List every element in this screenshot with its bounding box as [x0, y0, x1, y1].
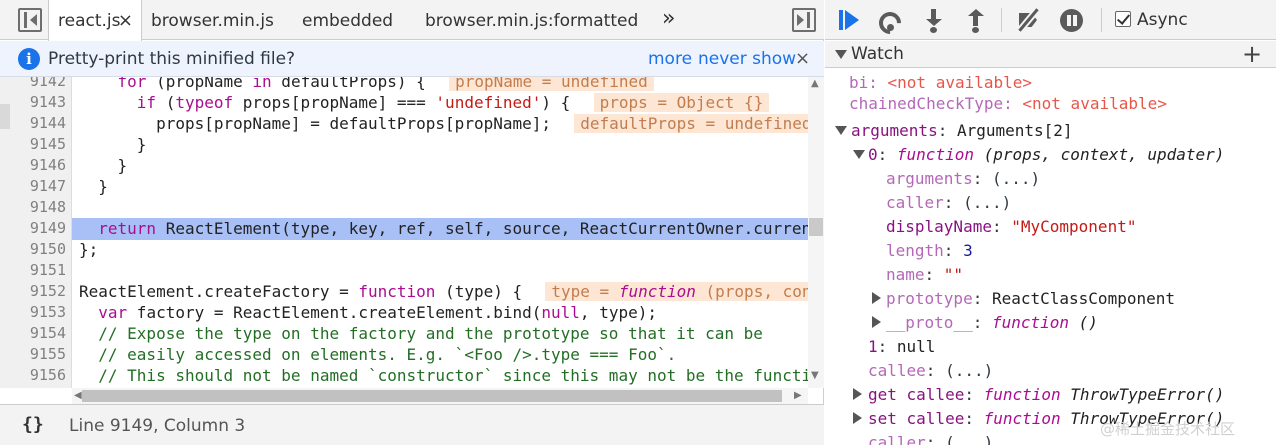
property-row[interactable]: get callee: function ThrowTypeError(): [868, 383, 1224, 407]
watch-title: Watch: [851, 44, 904, 64]
sources-panel: react.js × browser.min.js embedded brows…: [0, 0, 824, 445]
expand-triangle-icon[interactable]: [872, 292, 881, 304]
more-tabs-chevron-icon[interactable]: »: [662, 0, 676, 38]
line-number[interactable]: 9147: [10, 176, 66, 197]
line-number[interactable]: 9154: [10, 323, 66, 344]
code-line: var factory = ReactElement.createElement…: [98, 303, 657, 322]
code-editor[interactable]: 9142 9143 9144 9145 9146 9147 9148 9149 …: [0, 77, 808, 388]
property-row[interactable]: callee: (...): [868, 359, 993, 383]
property-row[interactable]: 0: function (props, context, updater): [868, 143, 1224, 167]
scroll-up-icon[interactable]: ▲: [811, 78, 819, 89]
line-number[interactable]: 9150: [10, 239, 66, 260]
property-row[interactable]: 1: null: [868, 335, 935, 359]
expand-triangle-icon[interactable]: [872, 316, 881, 328]
code-line: // Expose the type on the factory and th…: [98, 324, 763, 343]
close-tab-icon[interactable]: ×: [118, 0, 133, 42]
editor-tab-bar: react.js × browser.min.js embedded brows…: [0, 0, 824, 41]
code-line: };: [79, 240, 99, 259]
property-row[interactable]: caller: (...): [868, 431, 993, 445]
line-number[interactable]: 9156: [10, 365, 66, 386]
property-row[interactable]: caller: (...): [886, 191, 1011, 215]
cursor-position: Line 9149, Column 3: [69, 416, 246, 436]
line-number[interactable]: 9145: [10, 134, 66, 155]
property-row[interactable]: prototype: ReactClassComponent: [886, 287, 1175, 311]
debugger-toolbar: Async: [825, 0, 1276, 40]
code-line: }: [79, 135, 147, 154]
line-number[interactable]: 9149: [10, 218, 66, 239]
watch-value: <not available>: [887, 73, 1033, 92]
code-line: for (propName in defaultProps) { propNam…: [79, 77, 654, 92]
toolbar-divider: [1101, 8, 1102, 32]
collapse-triangle-icon[interactable]: [835, 50, 847, 59]
close-infobar-icon[interactable]: ×: [795, 41, 810, 76]
expand-triangle-icon[interactable]: [853, 412, 862, 424]
watch-name: bi: [849, 73, 869, 92]
debugger-sidebar: Async Watch + bi: <not available> chaine…: [825, 0, 1276, 445]
infobar-message: Pretty-print this minified file?: [48, 49, 296, 69]
expand-triangle-icon[interactable]: [853, 388, 862, 400]
tab-embedded[interactable]: embedded: [302, 0, 393, 40]
property-row[interactable]: name: "": [886, 263, 963, 287]
editor-status-bar: {} Line 9149, Column 3: [0, 404, 824, 445]
watch-item[interactable]: chainedCheckType: <not available>: [849, 92, 1167, 116]
line-number[interactable]: 9157: [10, 386, 66, 388]
resume-icon[interactable]: [837, 8, 863, 32]
code-line: props[propName] = defaultProps[propName]…: [79, 113, 808, 134]
tab-label: react.js: [58, 11, 121, 31]
expand-triangle-icon[interactable]: [853, 150, 865, 159]
code-line: // This should not be named `constructor…: [98, 366, 808, 385]
expand-triangle-icon[interactable]: [835, 126, 847, 135]
line-number[interactable]: 9142: [10, 77, 66, 92]
watch-item-arguments[interactable]: arguments: Arguments[2]: [851, 119, 1073, 143]
more-link[interactable]: more: [648, 41, 692, 77]
scroll-down-icon[interactable]: ▼: [811, 370, 819, 381]
property-row[interactable]: arguments: (...): [886, 167, 1040, 191]
vertical-scroll-thumb[interactable]: [809, 218, 823, 236]
tab-browser-min-js-formatted[interactable]: browser.min.js:formatted: [425, 0, 638, 40]
never-show-link[interactable]: never show: [698, 41, 796, 77]
add-watch-expression-button[interactable]: +: [1242, 41, 1262, 67]
line-number[interactable]: 9153: [10, 302, 66, 323]
code-line: // easily accessed on elements. E.g. `<F…: [98, 345, 677, 364]
line-number[interactable]: 9152: [10, 281, 66, 302]
pretty-print-button[interactable]: {}: [22, 405, 44, 445]
watch-section-header[interactable]: Watch +: [825, 41, 1276, 68]
line-number[interactable]: 9146: [10, 155, 66, 176]
property-row[interactable]: length: 3: [886, 239, 973, 263]
watch-name: chainedCheckType: [849, 94, 1004, 113]
async-label[interactable]: Async: [1137, 0, 1188, 40]
toolbar-divider: [1001, 8, 1002, 32]
line-number[interactable]: 9143: [10, 92, 66, 113]
code-line: ReactElement.createFactory = function (t…: [79, 281, 808, 302]
toggle-navigator-icon[interactable]: [18, 8, 42, 32]
pretty-print-infobar: i Pretty-print this minified file? more …: [0, 41, 824, 77]
scroll-right-icon[interactable]: ▶: [794, 388, 802, 404]
code-line: }: [79, 177, 108, 196]
line-number[interactable]: 9151: [10, 260, 66, 281]
pause-on-exceptions-icon[interactable]: [1059, 8, 1085, 32]
code-line: if (typeof props[propName] === 'undefine…: [79, 92, 770, 113]
code-line: }: [79, 156, 128, 175]
scroll-left-icon[interactable]: ◀: [74, 388, 82, 404]
step-over-icon[interactable]: [874, 7, 906, 39]
property-row[interactable]: __proto__: function (): [886, 311, 1098, 335]
line-number[interactable]: 9155: [10, 344, 66, 365]
watermark: @稀土掘金技术社区: [1100, 420, 1236, 438]
step-out-icon[interactable]: [963, 8, 989, 33]
info-icon: i: [18, 48, 40, 70]
async-checkbox[interactable]: [1115, 11, 1131, 27]
toggle-debugger-icon[interactable]: [792, 8, 816, 32]
tab-react-js[interactable]: react.js ×: [48, 0, 142, 41]
watch-value: <not available>: [1022, 94, 1167, 113]
line-number[interactable]: 9144: [10, 113, 66, 134]
tab-browser-min-js[interactable]: browser.min.js: [151, 0, 274, 40]
property-row[interactable]: displayName: "MyComponent": [886, 215, 1136, 239]
line-number[interactable]: 9148: [10, 197, 66, 218]
deactivate-breakpoints-icon[interactable]: [1015, 8, 1041, 32]
step-into-icon[interactable]: [921, 8, 947, 33]
code-line-current: return ReactElement(type, key, ref, self…: [98, 219, 808, 238]
gutter-marker: [0, 104, 10, 129]
horizontal-scroll-thumb[interactable]: [82, 390, 782, 402]
